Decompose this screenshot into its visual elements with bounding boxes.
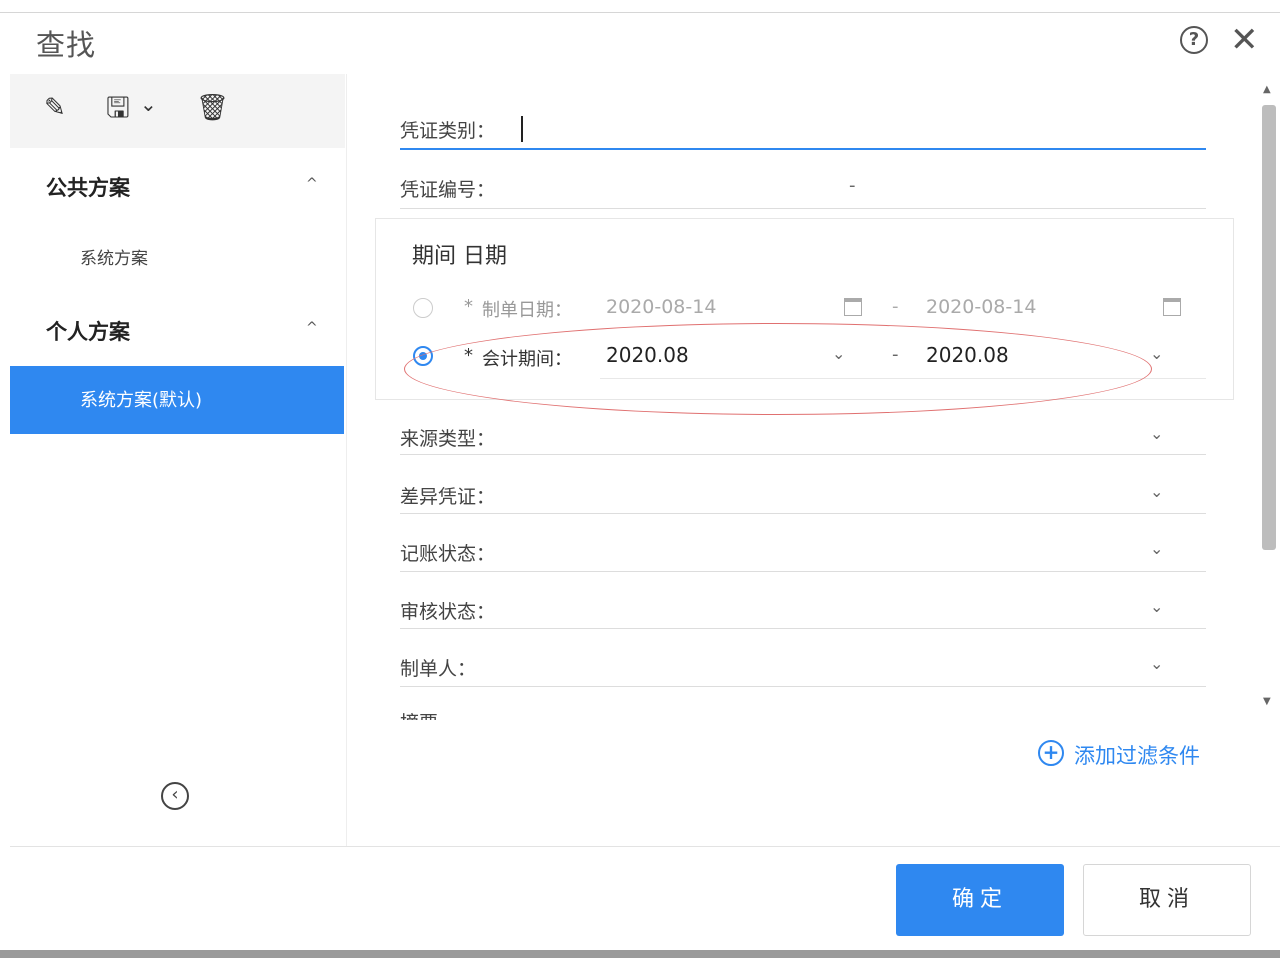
- close-icon[interactable]: ✕: [1230, 20, 1259, 60]
- posting-status-label: 记账状态：: [400, 543, 496, 565]
- dialog-title: 查找: [36, 28, 97, 62]
- diff-voucher-label: 差异凭证：: [400, 486, 496, 508]
- cutoff-label-text: 摘要: [400, 712, 438, 720]
- text-cursor: [521, 116, 523, 142]
- find-dialog: 查找 ? ✕ ✎ 🖫 ⌄ 🗑 公共方案 ^ 系统方案 个人方案 ^ 系统方案(默…: [0, 0, 1280, 958]
- save-icon[interactable]: 🖫: [106, 88, 130, 128]
- voucher-no-label: 凭证编号：: [400, 179, 496, 201]
- chevron-down-icon[interactable]: ⌄: [1150, 539, 1163, 558]
- delete-icon[interactable]: 🗑: [196, 88, 229, 128]
- collapse-sidebar-icon[interactable]: ‹: [161, 782, 189, 810]
- top-border: [0, 12, 1280, 13]
- period-date-title: 期间 日期: [412, 244, 507, 269]
- date-required-mark: *: [464, 296, 473, 317]
- chevron-down-icon[interactable]: ⌄: [1150, 654, 1163, 673]
- source-type-label: 来源类型：: [400, 428, 496, 450]
- add-filter-link[interactable]: 添加过滤条件: [1074, 740, 1200, 770]
- range-separator: -: [892, 296, 899, 317]
- sidebar-divider: [346, 74, 347, 846]
- preparer-label: 制单人：: [400, 658, 477, 680]
- cutoff-filter-label: 摘要: [400, 712, 446, 720]
- edit-icon[interactable]: ✎: [44, 88, 66, 128]
- chevron-down-icon[interactable]: ⌄: [1150, 482, 1163, 501]
- voucher-no-input[interactable]: [400, 208, 1206, 209]
- chevron-up-icon[interactable]: ^: [306, 176, 318, 192]
- preparer-select[interactable]: [400, 686, 1206, 687]
- add-circle-icon[interactable]: +: [1038, 740, 1064, 766]
- audit-status-select[interactable]: [400, 628, 1206, 629]
- scheme-item-label: 系统方案(默认): [80, 390, 203, 411]
- confirm-button[interactable]: 确定: [896, 864, 1064, 936]
- public-scheme-group[interactable]: 公共方案: [46, 172, 130, 202]
- date-radio[interactable]: [413, 298, 433, 318]
- scrollbar-thumb[interactable]: [1262, 105, 1276, 550]
- range-separator: -: [849, 175, 856, 196]
- scroll-down-arrow[interactable]: ▼: [1263, 696, 1271, 707]
- chevron-down-icon[interactable]: ⌄: [1150, 597, 1163, 616]
- footer-divider: [10, 846, 1280, 847]
- scheme-item-system-default[interactable]: 系统方案(默认): [10, 366, 344, 434]
- save-dropdown-icon[interactable]: ⌄: [140, 84, 157, 124]
- cancel-button[interactable]: 取消: [1083, 864, 1251, 936]
- personal-scheme-group[interactable]: 个人方案: [46, 316, 130, 346]
- help-icon[interactable]: ?: [1180, 26, 1208, 54]
- date-label: 制单日期：: [482, 300, 572, 321]
- annotation-ellipse: [404, 323, 1152, 415]
- voucher-type-input[interactable]: [400, 148, 1206, 150]
- chevron-up-icon[interactable]: ^: [306, 320, 318, 336]
- bottom-edge: [0, 950, 1280, 958]
- audit-status-label: 审核状态：: [400, 601, 496, 623]
- voucher-type-label: 凭证类别：: [400, 120, 496, 142]
- source-type-select[interactable]: [400, 454, 1206, 455]
- date-to-input[interactable]: 2020-08-14: [926, 296, 1036, 318]
- date-from-input[interactable]: 2020-08-14: [606, 296, 716, 318]
- calendar-icon[interactable]: [1163, 298, 1181, 316]
- scheme-item-system[interactable]: 系统方案: [80, 244, 148, 269]
- posting-status-select[interactable]: [400, 571, 1206, 572]
- chevron-down-icon[interactable]: ⌄: [1150, 424, 1163, 443]
- calendar-icon[interactable]: [844, 298, 862, 316]
- chevron-down-icon[interactable]: ⌄: [1150, 344, 1163, 363]
- diff-voucher-select[interactable]: [400, 513, 1206, 514]
- scroll-up-arrow[interactable]: ▲: [1263, 84, 1271, 95]
